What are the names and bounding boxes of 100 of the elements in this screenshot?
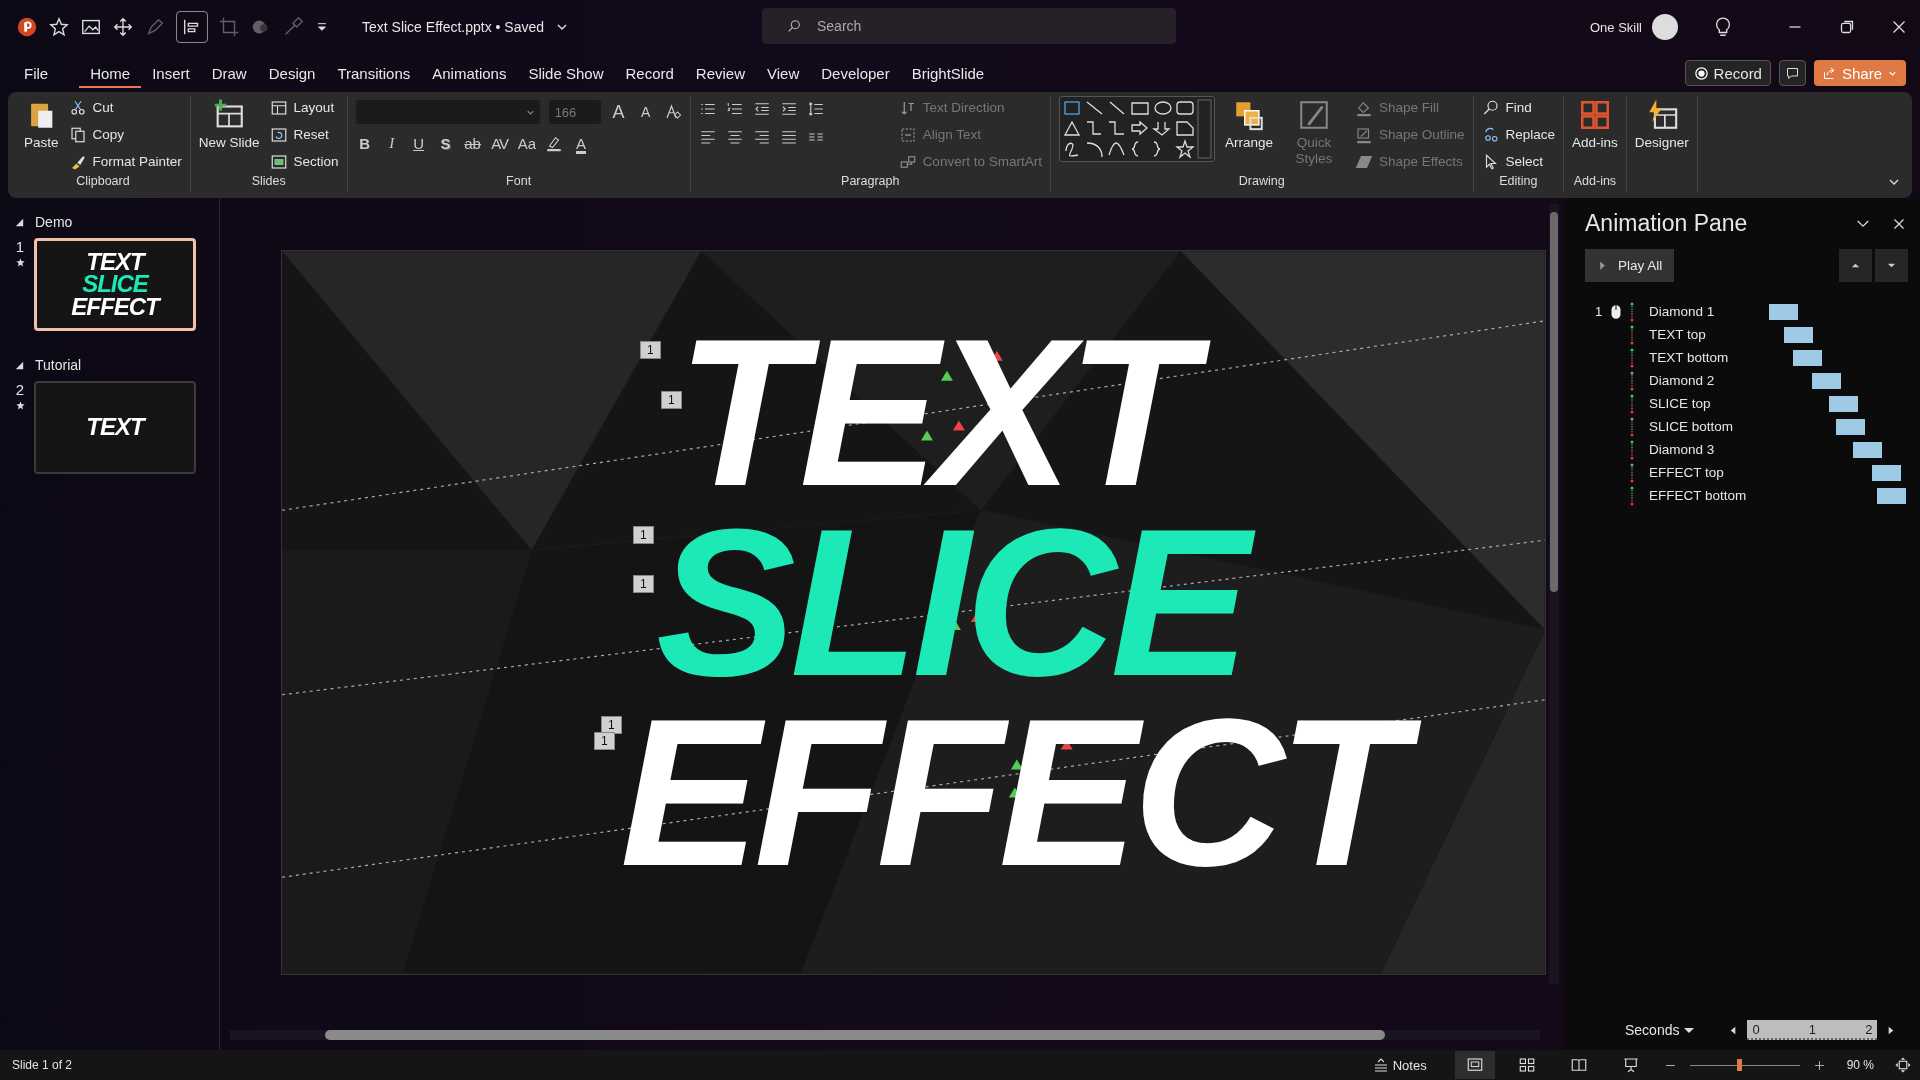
highlighter-icon[interactable] — [545, 134, 563, 152]
collapse-triangle-icon[interactable] — [14, 216, 25, 228]
menu-tab[interactable]: Animations — [421, 58, 518, 88]
timing-bar[interactable] — [1872, 464, 1901, 481]
collapse-triangle-icon[interactable] — [14, 359, 25, 371]
font-button[interactable]: Aa — [517, 134, 536, 152]
ribbon-button[interactable]: Cut — [68, 96, 182, 119]
animation-item[interactable]: TEXT top — [1585, 323, 1908, 346]
animation-item[interactable]: Diamond 3 — [1585, 438, 1908, 461]
ribbon-button[interactable]: Format Painter — [68, 150, 182, 173]
ribbon-button[interactable]: Reset — [269, 123, 339, 146]
ribbon-button[interactable]: Designer — [1634, 96, 1689, 151]
menu-tab[interactable]: Insert — [141, 58, 201, 88]
section-name[interactable]: Demo — [35, 214, 73, 230]
timing-bar[interactable] — [1853, 441, 1882, 458]
font-button[interactable]: A — [609, 101, 628, 123]
move-icon[interactable] — [112, 16, 134, 38]
ribbon-button[interactable]: Arrange — [1224, 96, 1273, 151]
font-size-field[interactable]: 166 — [548, 100, 601, 124]
font-button[interactable]: B — [355, 134, 374, 152]
timing-bar[interactable] — [1836, 418, 1865, 435]
ribbon-button[interactable]: Section — [269, 150, 339, 173]
animation-item[interactable]: 1 Diamond 1 — [1585, 300, 1908, 323]
ribbon-button[interactable]: Find — [1481, 96, 1556, 119]
crop-icon[interactable] — [218, 16, 240, 38]
font-name-field[interactable] — [355, 100, 540, 124]
increase-indent-icon[interactable] — [779, 100, 798, 118]
pen-icon[interactable] — [144, 16, 166, 38]
menu-tab[interactable]: Home — [79, 58, 142, 88]
align-center-icon[interactable] — [725, 128, 744, 146]
align-left-icon[interactable] — [698, 128, 717, 146]
section-name[interactable]: Tutorial — [35, 357, 82, 373]
ribbon-button[interactable]: New Slide — [198, 96, 260, 151]
horizontal-scrollbar[interactable] — [230, 1030, 1540, 1040]
ribbon-button[interactable]: Paste — [24, 96, 59, 151]
animation-item[interactable]: EFFECT bottom — [1585, 484, 1908, 507]
animation-tag[interactable]: 1 — [640, 341, 661, 359]
font-button[interactable]: A — [572, 134, 590, 152]
menu-tab[interactable]: Record — [614, 58, 685, 88]
timing-bar[interactable] — [1784, 326, 1813, 343]
menu-tab[interactable]: Review — [684, 58, 757, 88]
menu-tab[interactable]: Transitions — [326, 58, 422, 88]
user-name[interactable]: One Skill — [1589, 19, 1642, 35]
animation-item[interactable]: Diamond 2 — [1585, 369, 1908, 392]
ribbon-button[interactable]: Select — [1481, 150, 1556, 173]
timing-bar[interactable] — [1793, 349, 1822, 366]
timing-bar[interactable] — [1877, 487, 1906, 504]
vertical-scrollbar[interactable] — [1549, 204, 1559, 984]
align-icon[interactable] — [176, 11, 208, 43]
font-button[interactable]: ab — [463, 134, 482, 152]
zoom-level[interactable]: 90 % — [1846, 1058, 1874, 1072]
animation-tag[interactable]: 1 — [633, 526, 654, 544]
play-all-button[interactable]: Play All — [1585, 249, 1675, 282]
timing-bar[interactable] — [1769, 303, 1798, 320]
animation-tag[interactable]: 1 — [601, 716, 622, 734]
timeline-ruler[interactable]: 0 1 2 — [1747, 1020, 1878, 1040]
record-button[interactable]: Record — [1684, 60, 1771, 86]
menu-tab[interactable]: Developer — [810, 58, 901, 88]
slide-thumbnail[interactable]: TEXT — [34, 381, 196, 474]
animation-tag[interactable]: 1 — [633, 575, 654, 593]
normal-view-button[interactable] — [1454, 1051, 1495, 1079]
font-button[interactable]: U — [409, 134, 428, 152]
decrease-indent-icon[interactable] — [752, 100, 771, 118]
font-button[interactable]: AV — [490, 134, 509, 152]
animation-item[interactable]: EFFECT top — [1585, 461, 1908, 484]
animation-item[interactable]: SLICE top — [1585, 392, 1908, 415]
animation-tag[interactable]: 1 — [594, 732, 615, 750]
align-right-icon[interactable] — [752, 128, 771, 146]
font-button[interactable]: S — [436, 134, 455, 152]
menu-tab[interactable]: Draw — [200, 58, 258, 88]
justify-icon[interactable] — [779, 128, 798, 146]
search-field[interactable]: Search — [762, 8, 1176, 44]
menu-tab[interactable]: View — [756, 58, 811, 88]
timing-bar[interactable] — [1812, 372, 1841, 389]
menu-tab[interactable]: Design — [257, 58, 327, 88]
menu-tab[interactable]: BrightSlide — [900, 58, 996, 88]
line-spacing-icon[interactable] — [806, 100, 825, 118]
eraser-icon[interactable] — [663, 103, 682, 121]
file-title[interactable]: Text Slice Effect.pptx • Saved — [362, 19, 545, 35]
ribbon-button[interactable]: Add-ins — [1572, 96, 1618, 151]
app-logo-icon[interactable] — [16, 16, 38, 38]
ribbon-button[interactable]: Replace — [1481, 123, 1556, 146]
menu-tab[interactable]: File — [24, 58, 60, 88]
ribbon-button[interactable]: Layout — [269, 96, 339, 119]
star-icon[interactable] — [48, 16, 70, 38]
zoom-slider-thumb[interactable] — [1737, 1059, 1743, 1071]
animation-item[interactable]: SLICE bottom — [1585, 415, 1908, 438]
menu-tab[interactable]: Slide Show — [517, 58, 615, 88]
time-unit-dropdown[interactable]: Seconds — [1625, 1022, 1695, 1038]
font-button[interactable]: I — [382, 134, 401, 152]
timing-bar[interactable] — [1829, 395, 1858, 412]
notes-button[interactable]: Notes — [1371, 1056, 1427, 1074]
animation-tag[interactable]: 1 — [661, 391, 682, 409]
fit-to-window-icon[interactable] — [1894, 1056, 1912, 1074]
avatar[interactable] — [1652, 14, 1678, 40]
comments-button[interactable] — [1778, 60, 1806, 86]
ribbon-button[interactable]: Copy — [68, 123, 182, 146]
font-button[interactable]: A — [636, 104, 655, 120]
slide-thumbnail[interactable]: TEXT SLICE EFFECT — [34, 238, 196, 331]
animation-item[interactable]: TEXT bottom — [1585, 346, 1908, 369]
